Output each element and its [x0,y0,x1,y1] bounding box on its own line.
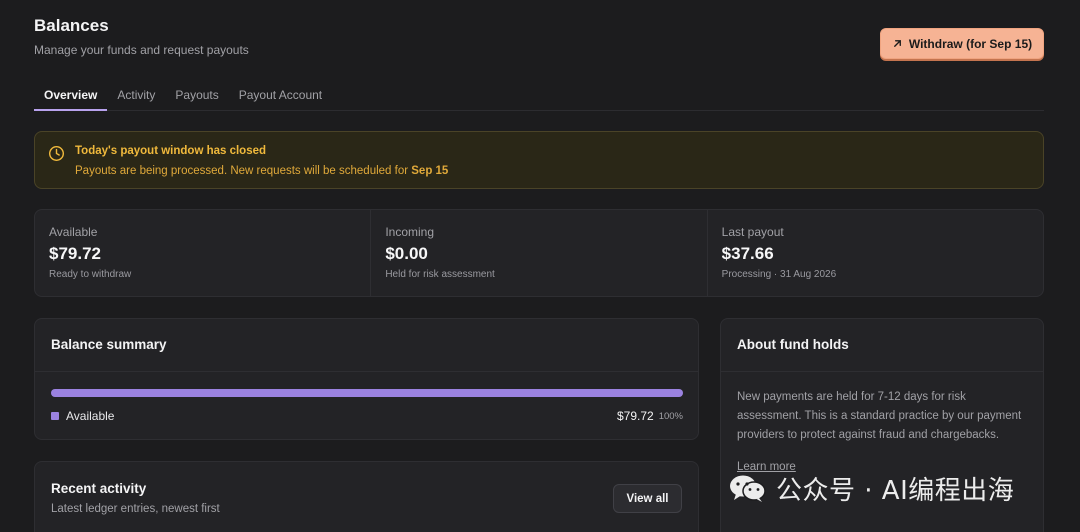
card-title: Recent activity [51,481,147,496]
stat-label: Available [49,225,98,239]
stat-incoming: Incoming $0.00 Held for risk assessment [371,210,708,296]
balance-legend: Available $79.72 100% [51,408,683,424]
card-title: About fund holds [721,319,1043,372]
withdraw-button[interactable]: Withdraw (for Sep 15) [880,28,1044,59]
view-all-button[interactable]: View all [613,484,682,513]
stat-value: $79.72 [49,244,101,263]
holds-description: New payments are held for 7-12 days for … [737,391,1022,441]
tab-bar: Overview Activity Payouts Payout Account [34,80,1044,111]
alert-text: Payouts are being processed. New request… [75,165,449,177]
withdraw-button-label: Withdraw (for Sep 15) [908,36,1033,51]
stat-value: $37.66 [721,244,774,263]
card-title: Balance summary [35,319,698,372]
alert-date: Sep 15 [411,165,449,177]
balance-summary-card: Balance summary Available $79.72 100% [34,318,699,440]
page-subtitle: Manage your funds and request payouts [34,43,249,57]
arrow-up-right-icon [893,40,901,47]
stat-last-payout: Last payout $37.66 Processing · 31 Aug 2… [708,210,1043,296]
alert-title: Today's payout window has closed [75,145,267,157]
card-subtitle: Latest ledger entries, newest first [51,503,220,515]
stat-note: Processing · 31 Aug 2026 [721,269,837,280]
legend-label: Available [66,409,115,423]
tab-payout-account[interactable]: Payout Account [229,80,332,111]
tab-overview[interactable]: Overview [34,80,108,111]
page-title: Balances [34,16,109,35]
legend-swatch [51,412,59,420]
balance-bar-fill [51,389,683,397]
watermark-text: 公众号 · AI编程出海 [776,475,1015,506]
tab-payouts[interactable]: Payouts [165,80,228,111]
stat-label: Last payout [721,225,784,239]
stat-note: Ready to withdraw [49,269,132,280]
stat-available: Available $79.72 Ready to withdraw [35,210,372,296]
stat-value: $0.00 [385,244,428,263]
clock-icon [48,145,65,162]
payout-window-alert: Today's payout window has closed Payouts… [34,131,1044,189]
balance-bar [51,389,683,397]
legend-amount: $79.72 [616,409,654,423]
watermark: 公众号 · AI编程出海 [728,472,1015,506]
stat-label: Incoming [385,225,435,239]
legend-percent: 100% [658,410,683,422]
wechat-icon [730,475,766,502]
balance-stats: Available $79.72 Ready to withdraw Incom… [34,209,1044,297]
balances-page: Balances Manage your funds and request p… [34,0,1044,532]
tab-activity[interactable]: Activity [107,80,165,111]
recent-activity-card: Recent activity Latest ledger entries, n… [34,461,699,532]
stat-note: Held for risk assessment [385,269,495,280]
